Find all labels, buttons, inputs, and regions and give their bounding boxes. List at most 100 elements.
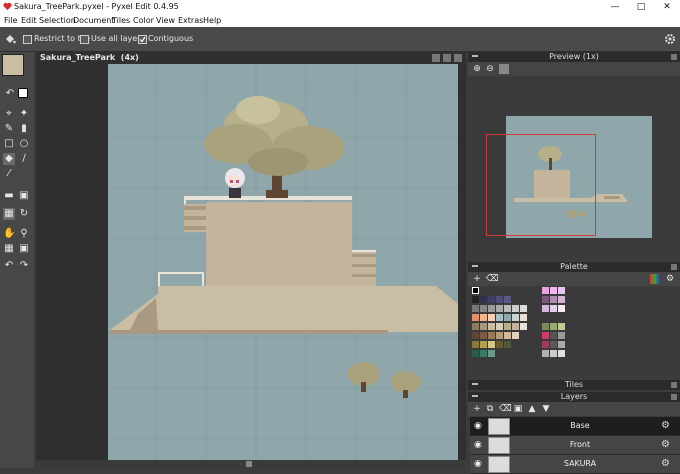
color-picker-icon[interactable] <box>650 274 660 284</box>
layer-thumbnail <box>488 456 510 473</box>
magic-wand-icon[interactable]: ✦ <box>18 108 30 120</box>
tile-select-icon[interactable]: ▣ <box>18 190 30 202</box>
use-all-layers-label: Use all layers <box>91 34 145 43</box>
palette-panel-title: Palette <box>560 262 588 271</box>
fill-bucket-tool-icon[interactable]: ◆ <box>3 153 15 165</box>
duplicate-layer-icon[interactable]: ⧉ <box>485 404 495 414</box>
restrict-to-tile-checkbox[interactable] <box>23 35 32 44</box>
horizontal-scrollbar[interactable] <box>36 460 466 468</box>
layers-toolbar: + ⧉ ⌫ ▣ ▲ ▼ <box>468 402 680 416</box>
contiguous-checkbox[interactable] <box>138 35 147 44</box>
title-bar: Sakura_TreePark.pyxel - Pyxel Edit 0.4.9… <box>0 0 680 14</box>
tile-place-icon[interactable]: ▦ <box>3 208 15 220</box>
palette-panel-header: Palette <box>468 262 680 272</box>
default-colors-icon[interactable] <box>18 88 28 98</box>
delete-layer-icon[interactable]: ⌫ <box>499 404 512 414</box>
layer-thumbnail <box>488 418 510 435</box>
menu-edit[interactable]: Edit <box>21 16 37 25</box>
pan-hand-icon[interactable]: ✋ <box>3 228 15 240</box>
zoom-in-icon[interactable]: ⊕ <box>472 64 482 74</box>
primary-color-swatch[interactable] <box>2 54 24 76</box>
redo-icon[interactable]: ↷ <box>18 260 30 272</box>
doc-minimize-button[interactable] <box>432 54 440 62</box>
canvas-area <box>36 64 466 468</box>
menu-selection[interactable]: Selection <box>39 16 76 25</box>
menu-bar: File Edit Selection Document Tiles Color… <box>0 14 680 27</box>
eyedropper-icon[interactable]: ⁄ <box>3 168 15 180</box>
zoom-icon[interactable]: ⚲ <box>18 228 30 240</box>
menu-extras[interactable]: Extras <box>178 16 203 25</box>
brush-icon[interactable]: ∕ <box>18 153 30 165</box>
preview-toolbar: ⊕ ⊖ <box>468 62 680 76</box>
eye-icon[interactable]: ◉ <box>474 440 484 450</box>
menu-color[interactable]: Color <box>133 16 154 25</box>
menu-view[interactable]: View <box>156 16 175 25</box>
layer-settings-gear-icon[interactable]: ⚙ <box>661 420 672 431</box>
document-title: Sakura_TreePark (4x) <box>40 53 139 62</box>
tile-strip-icon[interactable]: ▬ <box>3 190 15 202</box>
app-heart-icon <box>3 2 12 11</box>
panel-close-icon[interactable] <box>671 264 677 270</box>
viewport-rectangle[interactable] <box>486 134 596 236</box>
palette-settings-gear-icon[interactable]: ⚙ <box>665 274 675 284</box>
frame-icon[interactable]: ▣ <box>18 243 30 255</box>
layer-settings-gear-icon[interactable]: ⚙ <box>661 439 672 450</box>
checkmark-icon <box>139 36 146 43</box>
undo-icon[interactable]: ↶ <box>3 260 15 272</box>
preview-panel-header: Preview (1x) <box>468 52 680 62</box>
menu-help[interactable]: Help <box>203 16 221 25</box>
pixel-canvas[interactable] <box>108 64 458 464</box>
doc-restore-button[interactable] <box>443 54 451 62</box>
zoom-out-icon[interactable]: ⊖ <box>485 64 495 74</box>
layer-name: Base <box>570 421 590 430</box>
toolbox: ↶ ⌖ ✦ ✎ ▮ □ ○ ◆ ∕ ⁄ ▬ ▣ ▦ ↻ ✋ ⚲ ▦ ▣ ↶ ↷ <box>0 52 34 468</box>
grid-icon[interactable]: ▦ <box>3 243 15 255</box>
rectangle-icon[interactable]: □ <box>3 138 15 150</box>
merge-layer-icon[interactable]: ▣ <box>513 404 523 414</box>
layer-thumbnail <box>488 437 510 454</box>
palette-toolbar: + ⌫ ⚙ <box>468 272 680 286</box>
upper-block <box>184 196 376 286</box>
menu-document[interactable]: Document <box>73 16 114 25</box>
window-title: Sakura_TreePark.pyxel - Pyxel Edit 0.4.9… <box>14 2 179 11</box>
use-all-layers-checkbox[interactable] <box>80 35 89 44</box>
crop-icon[interactable]: ⌖ <box>3 108 15 120</box>
scroll-thumb[interactable] <box>246 461 252 467</box>
eraser-icon[interactable]: ▮ <box>18 123 30 135</box>
layer-up-icon[interactable]: ▲ <box>527 404 537 414</box>
layers-panel-header: Layers <box>468 392 680 402</box>
menu-file[interactable]: File <box>4 16 17 25</box>
swap-colors-icon[interactable]: ↶ <box>4 88 16 100</box>
fit-view-icon[interactable] <box>499 64 509 74</box>
palette-swatches[interactable] <box>470 287 580 371</box>
tile-rotate-icon[interactable]: ↻ <box>18 208 30 220</box>
eye-icon[interactable]: ◉ <box>474 421 484 431</box>
maximize-button[interactable]: □ <box>630 0 652 14</box>
layer-name: Front <box>569 440 591 449</box>
preview-panel <box>468 62 680 258</box>
gear-icon[interactable] <box>664 33 676 45</box>
ellipse-icon[interactable]: ○ <box>18 138 30 150</box>
tiles-panel-title: Tiles <box>564 380 584 389</box>
preview-panel-title: Preview (1x) <box>549 52 599 61</box>
layers-panel-title: Layers <box>560 392 588 401</box>
contiguous-label: Contiguous <box>148 34 194 43</box>
minimize-button[interactable]: — <box>604 0 626 14</box>
panel-close-icon[interactable] <box>671 54 677 60</box>
add-layer-icon[interactable]: + <box>472 404 482 414</box>
layer-row-sakura[interactable]: ◉ SAKURA ⚙ <box>470 455 680 474</box>
add-color-icon[interactable]: + <box>472 274 482 284</box>
doc-close-button[interactable] <box>454 54 462 62</box>
tiles-panel-header: Tiles <box>468 380 680 390</box>
layer-down-icon[interactable]: ▼ <box>541 404 551 414</box>
close-button[interactable]: ✕ <box>656 0 678 14</box>
layer-row-base[interactable]: ◉ Base ⚙ <box>470 417 680 436</box>
delete-color-icon[interactable]: ⌫ <box>486 274 499 284</box>
panel-close-icon[interactable] <box>671 382 677 388</box>
pencil-icon[interactable]: ✎ <box>3 123 15 135</box>
menu-tiles[interactable]: Tiles <box>112 16 130 25</box>
layer-settings-gear-icon[interactable]: ⚙ <box>661 458 672 469</box>
panel-close-icon[interactable] <box>671 394 677 400</box>
layer-row-front[interactable]: ◉ Front ⚙ <box>470 436 680 455</box>
layer-name: SAKURA <box>563 459 597 468</box>
